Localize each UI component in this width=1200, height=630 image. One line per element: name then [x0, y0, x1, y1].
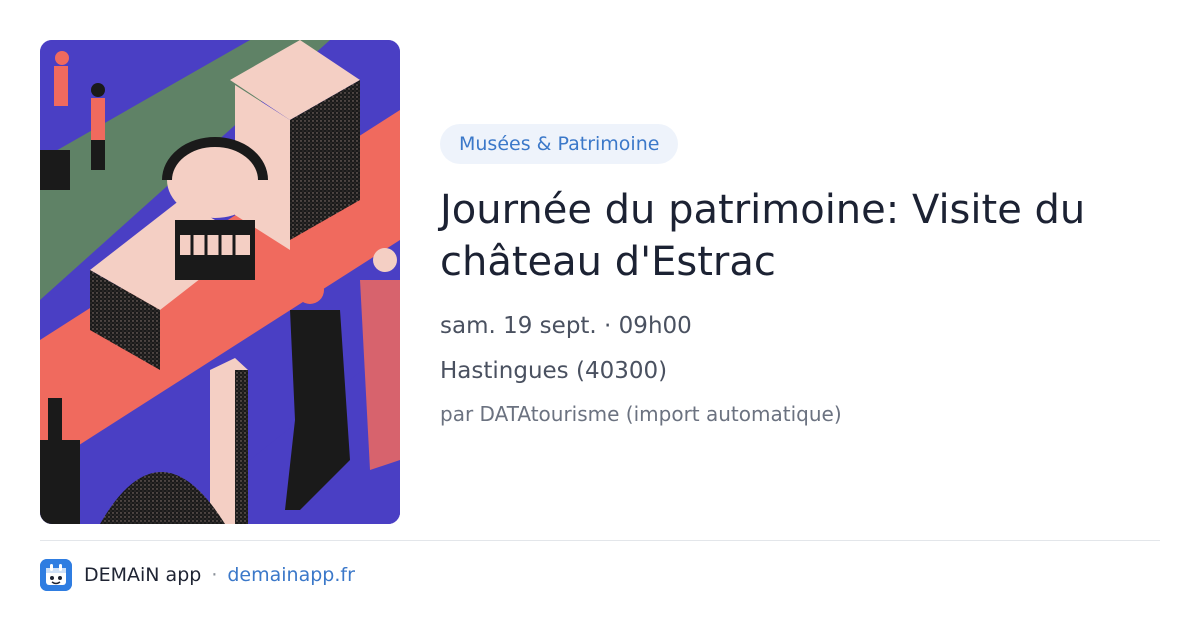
footer: DEMAiN app · demainapp.fr: [40, 559, 355, 591]
category-badge[interactable]: Musées & Patrimoine: [440, 124, 679, 164]
event-source: par DATAtourisme (import automatique): [440, 402, 842, 426]
app-name: DEMAiN app: [84, 564, 202, 586]
footer-divider: [40, 540, 1160, 541]
event-image[interactable]: [40, 40, 400, 524]
demain-app-icon[interactable]: [40, 559, 72, 591]
event-location: Hastingues (40300): [440, 358, 668, 384]
app-domain-link[interactable]: demainapp.fr: [227, 564, 355, 586]
event-title: Journée du patrimoine: Visite du château…: [440, 187, 1086, 285]
castle-illustration: [40, 40, 400, 524]
footer-separator: ·: [211, 564, 218, 586]
event-datetime: sam. 19 sept. · 09h00: [440, 313, 692, 339]
